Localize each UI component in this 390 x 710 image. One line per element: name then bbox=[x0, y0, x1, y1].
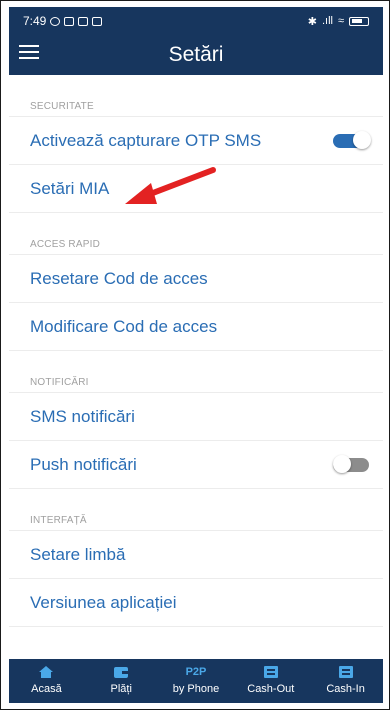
tab-label: by Phone bbox=[172, 683, 220, 695]
row-push-notifications[interactable]: Push notificări bbox=[9, 441, 383, 489]
row-otp-sms-capture[interactable]: Activează capturare OTP SMS bbox=[9, 117, 383, 165]
atm-icon bbox=[263, 664, 279, 680]
row-reset-access-code[interactable]: Resetare Cod de acces bbox=[9, 255, 383, 303]
status-right: ✱ .ıll ≈ bbox=[308, 15, 369, 28]
tab-label: Cash-Out bbox=[247, 683, 295, 695]
row-label: Activează capturare OTP SMS bbox=[30, 130, 262, 150]
section-header-security: SECURITATE bbox=[9, 75, 383, 117]
notification-icon bbox=[92, 16, 103, 26]
battery-icon bbox=[349, 16, 369, 26]
tab-cash-out[interactable]: Cash-Out bbox=[233, 659, 308, 703]
page-title: Setări bbox=[168, 43, 224, 66]
notification-icon bbox=[64, 16, 75, 26]
p2p-icon: P2P bbox=[185, 666, 207, 678]
row-label: SMS notificări bbox=[30, 406, 135, 426]
phone-screen: 7:49 ✱ .ıll ≈ Setări SECURITATE Activeaz… bbox=[0, 0, 390, 710]
row-label: Versiunea aplicației bbox=[30, 592, 177, 612]
signal-icon: .ıll bbox=[321, 15, 333, 27]
bottom-tab-bar: Acasă Plăți P2P by Phone Cash-Out Cash-I… bbox=[9, 659, 383, 703]
row-sms-notifications[interactable]: SMS notificări bbox=[9, 393, 383, 441]
home-icon bbox=[38, 664, 54, 680]
section-header-quick-access: ACCES RAPID bbox=[9, 213, 383, 255]
menu-icon[interactable] bbox=[19, 45, 39, 63]
settings-list: SECURITATE Activează capturare OTP SMS S… bbox=[9, 75, 383, 659]
row-mia-settings[interactable]: Setări MIA bbox=[9, 165, 383, 213]
tab-cash-in[interactable]: Cash-In bbox=[308, 659, 383, 703]
top-bar: 7:49 ✱ .ıll ≈ Setări bbox=[9, 7, 383, 75]
row-label: Modificare Cod de acces bbox=[30, 316, 218, 336]
row-label: Push notificări bbox=[30, 454, 137, 474]
wifi-icon: ≈ bbox=[337, 15, 344, 27]
row-app-version[interactable]: Versiunea aplicației bbox=[9, 579, 383, 627]
row-label: Setare limbă bbox=[30, 544, 126, 564]
tab-home[interactable]: Acasă bbox=[9, 659, 84, 703]
wallet-icon bbox=[113, 664, 129, 680]
push-notifications-toggle[interactable] bbox=[333, 454, 369, 473]
row-label: Setări MIA bbox=[30, 178, 110, 198]
tab-payments[interactable]: Plăți bbox=[84, 659, 159, 703]
tab-label: Plăți bbox=[110, 683, 132, 695]
status-left: 7:49 bbox=[23, 14, 103, 28]
app-bar: Setări bbox=[9, 35, 383, 75]
status-time: 7:49 bbox=[23, 14, 47, 28]
section-header-interface: INTERFAȚĂ bbox=[9, 489, 383, 531]
otp-capture-toggle[interactable] bbox=[333, 130, 371, 149]
row-language[interactable]: Setare limbă bbox=[9, 531, 383, 579]
status-bar: 7:49 ✱ .ıll ≈ bbox=[9, 7, 383, 35]
tab-p2p[interactable]: P2P by Phone bbox=[159, 659, 234, 703]
tab-label: Cash-In bbox=[326, 683, 365, 695]
row-change-access-code[interactable]: Modificare Cod de acces bbox=[9, 303, 383, 351]
notification-icon bbox=[78, 16, 89, 26]
tab-label: Acasă bbox=[31, 683, 62, 695]
row-label: Resetare Cod de acces bbox=[30, 268, 208, 288]
bluetooth-icon: ✱ bbox=[307, 15, 317, 28]
atm-icon bbox=[338, 664, 354, 680]
section-header-notifications: NOTIFICĂRI bbox=[9, 351, 383, 393]
alarm-icon bbox=[50, 16, 61, 26]
